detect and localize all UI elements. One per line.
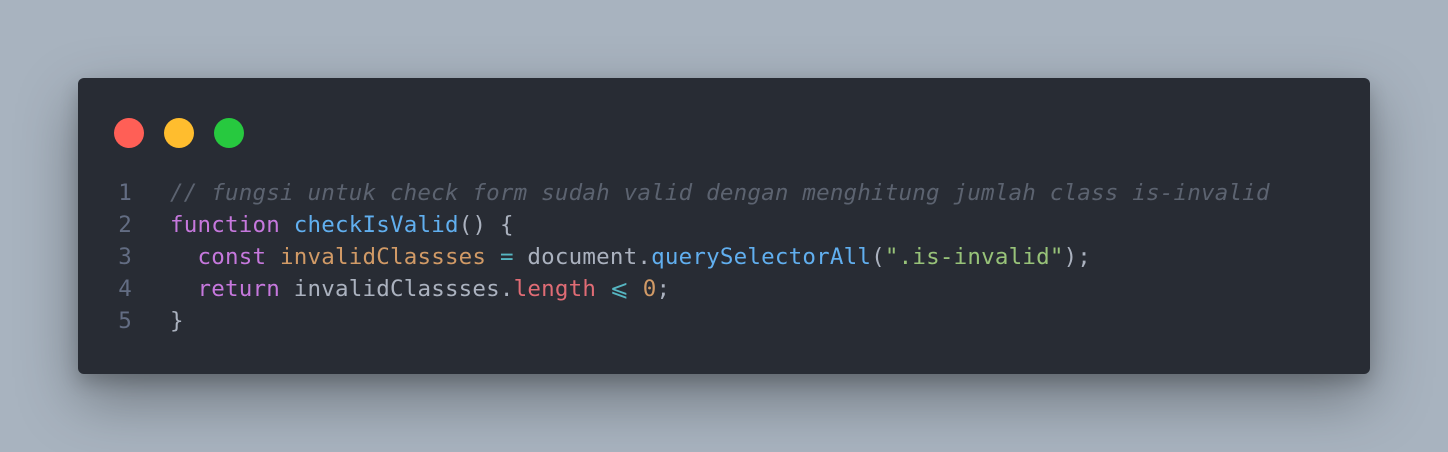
code-token: // fungsi untuk check form sudah valid d… [170, 180, 1270, 206]
code-token: ); [1063, 244, 1092, 270]
code-text: } [170, 305, 184, 337]
code-token: querySelectorAll [651, 244, 872, 270]
code-token: ( [871, 244, 885, 270]
code-token: invalidClassses. [279, 276, 514, 302]
code-line: 2 function checkIsValid() { [78, 209, 1370, 241]
close-dot-icon[interactable] [114, 118, 144, 148]
code-token: } [170, 308, 184, 334]
line-number: 3 [118, 244, 132, 270]
code-token: length [513, 276, 597, 302]
code-token: function [170, 212, 280, 238]
line-number: 5 [118, 308, 132, 334]
code-token: ⩽ [609, 276, 629, 302]
code-line: 1 // fungsi untuk check form sudah valid … [78, 177, 1370, 209]
maximize-dot-icon[interactable] [214, 118, 244, 148]
window-controls [114, 118, 244, 148]
code-token: invalidClassses [279, 244, 487, 270]
code-text: // fungsi untuk check form sudah valid d… [170, 177, 1270, 209]
code-line: 3 const invalidClassses = document.query… [78, 241, 1370, 273]
code-token: 0 [642, 276, 657, 302]
code-token: const [197, 244, 267, 270]
code-token: ; [656, 276, 671, 302]
line-number: 2 [118, 212, 132, 238]
code-window: 1 // fungsi untuk check form sudah valid … [78, 78, 1370, 374]
code-token: checkIsValid [293, 212, 459, 238]
code-line: 5} [78, 305, 1370, 337]
line-number: 1 [118, 180, 132, 206]
code-token: ".is-invalid" [884, 244, 1064, 270]
line-number: 4 [118, 276, 132, 302]
code-token: () { [458, 212, 514, 238]
code-token: document. [513, 244, 652, 270]
code-text: return invalidClassses.length ⩽ 0; [170, 273, 671, 305]
minimize-dot-icon[interactable] [164, 118, 194, 148]
code-token: = [499, 244, 514, 270]
code-text: function checkIsValid() { [170, 209, 514, 241]
code-text: const invalidClassses = document.querySe… [170, 241, 1091, 273]
code-line: 4 return invalidClassses.length ⩽ 0; [78, 273, 1370, 305]
code-token: return [197, 276, 280, 302]
code-block: 1 // fungsi untuk check form sudah valid … [78, 177, 1370, 337]
